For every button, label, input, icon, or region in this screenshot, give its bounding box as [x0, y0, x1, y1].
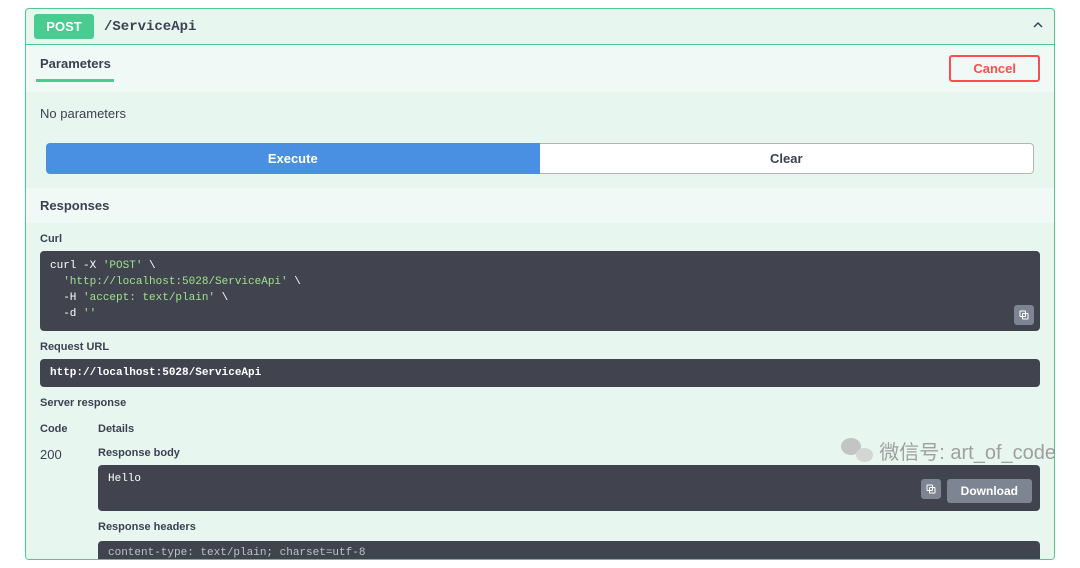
- response-body-label: Response body: [98, 443, 1040, 465]
- copy-icon[interactable]: [921, 479, 941, 499]
- no-parameters-text: No parameters: [26, 92, 1054, 143]
- execute-button[interactable]: Execute: [46, 143, 540, 174]
- response-table-head: Code Details: [26, 415, 1054, 439]
- parameters-header: Parameters Cancel: [26, 45, 1054, 92]
- response-headers-block: content-type: text/plain; charset=utf-8: [98, 541, 1040, 559]
- operation-summary[interactable]: POST /ServiceApi: [26, 9, 1054, 45]
- response-details: Response body Hello Download Response he…: [98, 443, 1040, 559]
- curl-label: Curl: [26, 223, 1054, 251]
- download-button[interactable]: Download: [947, 479, 1032, 503]
- copy-icon[interactable]: [1014, 305, 1034, 325]
- response-row: 200 Response body Hello Download Respons…: [26, 439, 1054, 559]
- status-code: 200: [40, 443, 98, 559]
- request-url-block: http://localhost:5028/ServiceApi: [40, 359, 1040, 387]
- response-headers-label: Response headers: [98, 511, 1040, 539]
- response-body-block: Hello Download: [98, 465, 1040, 511]
- parameters-title: Parameters: [40, 56, 111, 77]
- response-body-text: Hello: [108, 473, 141, 485]
- cancel-button[interactable]: Cancel: [949, 55, 1040, 82]
- responses-title: Responses: [26, 188, 1054, 223]
- http-method-badge: POST: [34, 14, 94, 39]
- details-column-header: Details: [98, 423, 134, 435]
- curl-code-block: curl -X 'POST' \ 'http://localhost:5028/…: [40, 251, 1040, 331]
- operation-body: Parameters Cancel No parameters Execute …: [26, 45, 1054, 559]
- code-column-header: Code: [40, 423, 98, 435]
- chevron-up-icon: [1030, 17, 1046, 36]
- clear-button[interactable]: Clear: [540, 143, 1035, 174]
- server-response-label: Server response: [26, 387, 1054, 415]
- operation-path: /ServiceApi: [104, 19, 196, 35]
- execute-row: Execute Clear: [26, 143, 1054, 188]
- request-url-label: Request URL: [26, 331, 1054, 359]
- operation-block: POST /ServiceApi Parameters Cancel No pa…: [25, 8, 1055, 560]
